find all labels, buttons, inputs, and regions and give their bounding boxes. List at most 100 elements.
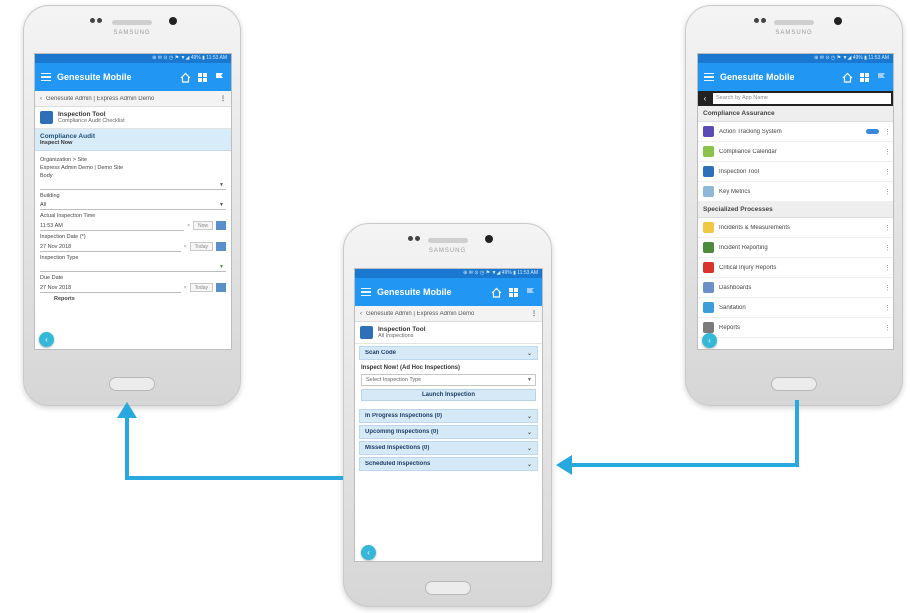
list-item[interactable]: Sanitation ⋮ xyxy=(698,298,893,318)
breadcrumb-text: Genesuite Admin | Express Admin Demo xyxy=(46,95,155,102)
action-tracking-icon xyxy=(703,126,714,137)
section-subtitle: Inspect Now xyxy=(40,140,73,147)
back-arrow-icon[interactable]: ‹ xyxy=(700,94,710,103)
menu-icon[interactable] xyxy=(361,287,371,297)
flag-icon[interactable] xyxy=(214,72,225,83)
more-vert-icon[interactable]: ⋮ xyxy=(884,148,891,156)
scan-code-section[interactable]: Scan Code ⌄ xyxy=(359,346,538,361)
list-item[interactable]: Incidents & Measurements ⋮ xyxy=(698,218,893,238)
calendar-icon xyxy=(703,146,714,157)
scheduled-section[interactable]: Scheduled Inspections ⌄ xyxy=(359,457,538,472)
flag-icon[interactable] xyxy=(876,72,887,83)
apps-icon[interactable] xyxy=(197,72,208,83)
list-item[interactable]: Critical Injury Reports ⋮ xyxy=(698,258,893,278)
more-vert-icon[interactable]: ⋮ xyxy=(884,168,891,176)
earpiece xyxy=(427,238,468,243)
list-item[interactable]: Reports ⋮ xyxy=(698,318,893,338)
home-icon[interactable] xyxy=(842,72,853,83)
menu-icon[interactable] xyxy=(41,72,51,82)
missed-section[interactable]: Missed Inspections (0) ⌄ xyxy=(359,441,538,456)
app-name: Incidents & Measurements xyxy=(719,224,791,231)
launch-inspection-button[interactable]: Launch Inspection xyxy=(361,389,536,402)
toggle-icon[interactable] xyxy=(866,129,879,134)
section-title: Compliance Audit xyxy=(40,133,96,141)
actual-time-input[interactable]: 11:53 AM xyxy=(40,221,185,231)
inspection-date-input[interactable]: 27 Nov 2018 xyxy=(40,242,181,252)
flag-icon[interactable] xyxy=(525,287,536,298)
clock-icon[interactable] xyxy=(216,221,226,231)
list-item[interactable]: Compliance Calendar ⋮ xyxy=(698,142,893,162)
tool-title: Inspection Tool xyxy=(378,326,426,333)
back-icon[interactable]: ‹ xyxy=(360,311,362,317)
today-button[interactable]: Today xyxy=(189,283,213,293)
calendar-icon[interactable] xyxy=(216,283,226,293)
clear-icon[interactable]: × xyxy=(187,223,190,229)
floating-action-button[interactable]: ‹ xyxy=(39,332,54,347)
menu-icon[interactable] xyxy=(704,72,714,82)
category-compliance-assurance: Compliance Assurance xyxy=(698,106,893,122)
home-button[interactable] xyxy=(771,377,817,391)
inspection-type-select[interactable]: Select Inspection Type ▼ xyxy=(361,374,536,387)
tool-header: Inspection Tool All Inspections xyxy=(355,322,542,345)
inspection-type-select[interactable]: ▼ xyxy=(40,262,226,273)
floating-action-button[interactable]: ‹ xyxy=(361,545,376,560)
chevron-down-icon: ⌄ xyxy=(526,461,532,468)
home-icon[interactable] xyxy=(491,287,502,298)
phone-brand: SAMSUNG xyxy=(775,30,813,36)
due-date-row: 27 Nov 2018 × Today xyxy=(40,282,226,293)
more-vert-icon[interactable]: ⋮ xyxy=(220,95,226,102)
earpiece xyxy=(774,20,814,25)
more-vert-icon[interactable]: ⋮ xyxy=(531,310,537,317)
status-bar: ⊕ ✉ ⊙ ◷ ⚑ ▼◢ 49% ▮ 11:53 AM xyxy=(698,54,893,63)
app-search-input[interactable]: Search by App Name xyxy=(713,93,891,104)
body-select[interactable]: ▼ xyxy=(40,180,226,191)
breadcrumb[interactable]: ‹ Genesuite Admin | Express Admin Demo ⋮ xyxy=(35,91,231,107)
calendar-icon[interactable] xyxy=(216,242,226,252)
list-item[interactable]: Incident Reporting ⋮ xyxy=(698,238,893,258)
back-icon[interactable]: ‹ xyxy=(40,96,42,102)
arrow-middle-to-left xyxy=(117,402,343,480)
dropdown-arrow-icon: ▼ xyxy=(219,182,224,189)
screen-middle: ⊕ ✉ ⊙ ◷ ⚑ ▼◢ 49% ▮ 11:53 AM Genesuite Mo… xyxy=(354,268,543,562)
due-date-input[interactable]: 27 Nov 2018 xyxy=(40,283,181,293)
more-vert-icon[interactable]: ⋮ xyxy=(884,188,891,196)
due-date-label: Due Date xyxy=(40,275,64,282)
now-button[interactable]: Now xyxy=(192,221,213,231)
list-item[interactable]: Action Tracking System ⋮ xyxy=(698,122,893,142)
inspection-form: Organization > Site Express Admin Demo |… xyxy=(35,151,231,303)
dashboard-icon xyxy=(703,282,714,293)
more-vert-icon[interactable]: ⋮ xyxy=(884,224,891,232)
chevron-down-icon: ⌄ xyxy=(526,413,532,420)
apps-icon[interactable] xyxy=(508,287,519,298)
upcoming-section[interactable]: Upcoming Inspections (0) ⌄ xyxy=(359,425,538,440)
today-button[interactable]: Today xyxy=(189,242,213,252)
more-vert-icon[interactable]: ⋮ xyxy=(884,264,891,272)
org-value: Express Admin Demo | Demo Site xyxy=(40,165,124,172)
in-progress-section[interactable]: In Progress Inspections (0) ⌄ xyxy=(359,409,538,424)
list-item[interactable]: Inspection Tool ⋮ xyxy=(698,162,893,182)
clear-icon[interactable]: × xyxy=(184,285,187,291)
inspection-type-placeholder: Select Inspection Type xyxy=(366,377,422,384)
list-item[interactable]: Key Metrics ⋮ xyxy=(698,182,893,202)
list-item[interactable]: Dashboards ⋮ xyxy=(698,278,893,298)
more-vert-icon[interactable]: ⋮ xyxy=(884,128,891,136)
tool-subtitle: All Inspections xyxy=(378,333,414,340)
front-sensor-icon xyxy=(97,18,102,23)
arrow-right-to-middle xyxy=(556,400,799,475)
more-vert-icon[interactable]: ⋮ xyxy=(884,324,891,332)
breadcrumb[interactable]: ‹ Genesuite Admin | Express Admin Demo ⋮ xyxy=(355,306,542,322)
apps-icon[interactable] xyxy=(859,72,870,83)
app-name: Reports xyxy=(719,324,741,331)
home-button[interactable] xyxy=(424,581,471,595)
reports-label: Reports xyxy=(54,296,75,303)
building-select[interactable]: All ▼ xyxy=(40,200,226,211)
app-name: Compliance Calendar xyxy=(719,148,777,155)
floating-action-button[interactable]: ‹ xyxy=(702,333,717,348)
clear-icon[interactable]: × xyxy=(184,244,187,250)
more-vert-icon[interactable]: ⋮ xyxy=(884,244,891,252)
more-vert-icon[interactable]: ⋮ xyxy=(884,284,891,292)
home-icon[interactable] xyxy=(180,72,191,83)
front-sensor-icon xyxy=(415,236,420,241)
more-vert-icon[interactable]: ⋮ xyxy=(884,304,891,312)
home-button[interactable] xyxy=(109,377,155,391)
